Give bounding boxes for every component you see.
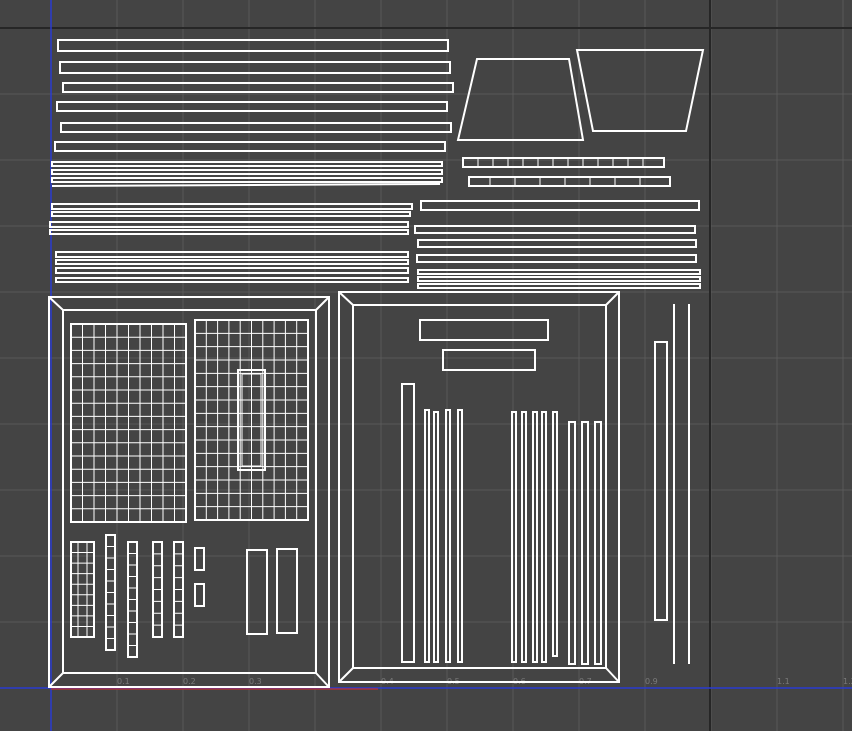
uv-shell-vertical-bar [457,409,463,663]
uv-shell-strips-top[interactable] [51,39,454,187]
uv-shell-vertical-bar [532,411,538,663]
u-tick-label: 0.9 [645,677,658,686]
uv-canvas[interactable]: 0.1 0.2 0.3 0.4 0.5 0.6 0.7 0.9 1.1 1.2 [0,0,852,731]
uv-shell-panel-left[interactable] [48,296,330,688]
uv-shell-vertical-bar [581,421,589,665]
uv-shell-grid-left [71,320,308,522]
u-tick-label: 1.1 [777,677,790,686]
uv-shell-vertical-bar [521,411,527,663]
uv-shells[interactable] [48,39,705,688]
uv-shell-strip-bundle-left[interactable] [49,203,413,283]
u-tick-label: 1.2 [843,677,852,686]
uv-shell-vertical-bar [445,409,451,663]
uv-shell-vertical-bar [433,411,439,663]
uv-editor-viewport[interactable]: 0.1 0.2 0.3 0.4 0.5 0.6 0.7 0.9 1.1 1.2 [0,0,852,731]
uv-shell-vertical-bar [552,411,558,657]
uv-shell-vertical-bar [424,409,430,663]
uv-shell-strip-bundle-right[interactable] [414,200,701,289]
uv-shell-vertical-bar [568,421,576,665]
u-tick-label: 0.2 [183,677,196,686]
uv-shell-vertical-bar [594,421,602,665]
uv-shell-vertical-bar [511,411,517,663]
u-tick-label: 0.1 [117,677,130,686]
uv-shell-segmented-strips[interactable] [462,157,671,187]
uv-shell-vertical-bar [401,383,415,663]
uv-shell-small-pieces[interactable] [70,534,298,658]
uv-shell-vertical-bar [541,411,547,663]
uv-shell-trapezoids[interactable] [456,49,705,141]
u-tick-label: 0.3 [249,677,262,686]
